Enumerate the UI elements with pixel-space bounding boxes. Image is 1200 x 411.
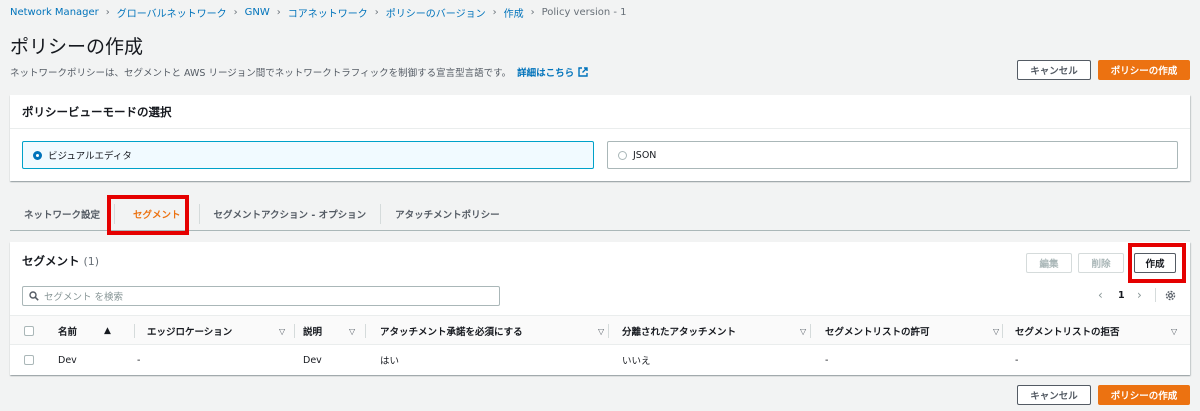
breadcrumb-gnw[interactable]: GNW	[245, 7, 270, 18]
column-isolated-attachments[interactable]: 分離されたアタッチメント ▽	[622, 316, 812, 346]
sort-ascending-icon: ▲	[104, 326, 111, 336]
create-policy-button-top[interactable]: ポリシーの作成	[1098, 60, 1190, 80]
chevron-right-icon[interactable]: ›	[1137, 288, 1142, 302]
segments-table-header: 名前 ▲ エッジロケーション ▽ 説明 ▽ アタッチメント承諾を必須にする ▽ …	[10, 315, 1190, 345]
sort-descending-icon: ▽	[349, 326, 356, 336]
column-allow-list[interactable]: セグメントリストの許可 ▽	[825, 316, 1005, 346]
column-description[interactable]: 説明 ▽	[303, 316, 363, 346]
cell-edge-locations: -	[137, 354, 141, 366]
chevron-left-icon[interactable]: ‹	[1098, 288, 1103, 302]
segments-heading: セグメント	[22, 254, 80, 268]
segments-count: (1)	[83, 255, 100, 268]
chevron-right-icon: ›	[530, 7, 535, 18]
radio-icon	[618, 150, 627, 160]
sort-descending-icon: ▽	[800, 326, 807, 336]
column-divider	[134, 324, 135, 338]
row-checkbox[interactable]	[24, 355, 34, 365]
page-description-text: ネットワークポリシーは、セグメントと AWS リージョン間でネットワークトラフィ…	[10, 68, 512, 79]
tab-network-settings[interactable]: ネットワーク設定	[10, 203, 116, 224]
cell-require-acceptance: はい	[380, 356, 400, 367]
column-deny-list-label: セグメントリストの拒否	[1015, 327, 1120, 338]
column-isolated-attachments-label: 分離されたアタッチメント	[622, 327, 737, 338]
column-edge-locations-label: エッジロケーション	[147, 327, 233, 338]
radio-visual-editor-label: ビジュアルエディタ	[48, 151, 132, 162]
view-mode-panel: ポリシービューモードの選択 ビジュアルエディタ JSON	[10, 95, 1190, 181]
segments-header: セグメント (1)	[22, 253, 99, 269]
sort-descending-icon: ▽	[993, 326, 1000, 336]
radio-json[interactable]: JSON	[607, 141, 1178, 169]
chevron-right-icon: ›	[374, 7, 379, 18]
delete-button[interactable]: 削除	[1078, 253, 1124, 273]
cancel-button-top[interactable]: キャンセル	[1017, 60, 1091, 80]
page-number[interactable]: 1	[1118, 290, 1125, 301]
page-description: ネットワークポリシーは、セグメントと AWS リージョン間でネットワークトラフィ…	[10, 65, 588, 79]
segment-search-placeholder: セグメント を検索	[44, 292, 124, 303]
page-title: ポリシーの作成	[10, 36, 144, 58]
cell-allow-list: -	[825, 354, 829, 366]
external-link-icon	[578, 67, 588, 77]
column-allow-list-label: セグメントリストの許可	[825, 327, 930, 338]
chevron-right-icon: ›	[276, 7, 281, 18]
breadcrumb: Network Manager › グローバルネットワーク › GNW › コア…	[10, 5, 627, 20]
radio-visual-editor[interactable]: ビジュアルエディタ	[22, 141, 594, 169]
create-button-highlight	[1128, 243, 1186, 283]
cell-isolated-attachments: いいえ	[622, 356, 651, 367]
pagination-divider	[1155, 288, 1156, 302]
column-divider	[294, 324, 295, 338]
chevron-right-icon: ›	[105, 7, 110, 18]
tab-segments-highlight	[107, 195, 189, 235]
radio-icon	[33, 150, 42, 160]
column-deny-list[interactable]: セグメントリストの拒否 ▽	[1015, 316, 1190, 346]
tab-segment-actions[interactable]: セグメントアクション - オプション	[198, 203, 382, 224]
breadcrumb-policy-versions[interactable]: ポリシーのバージョン	[386, 5, 486, 20]
column-name-label: 名前	[58, 327, 78, 338]
sort-descending-icon: ▽	[1171, 326, 1178, 336]
details-link[interactable]: 詳細はこちら	[517, 65, 588, 79]
gear-icon[interactable]	[1165, 290, 1176, 301]
select-all-checkbox[interactable]	[24, 326, 34, 336]
sort-descending-icon: ▽	[598, 326, 605, 336]
column-divider	[1002, 324, 1003, 338]
column-require-acceptance[interactable]: アタッチメント承諾を必須にする ▽	[380, 316, 610, 346]
breadcrumb-create[interactable]: 作成	[504, 5, 524, 20]
column-edge-locations[interactable]: エッジロケーション ▽	[147, 316, 297, 346]
view-mode-heading: ポリシービューモードの選択	[22, 104, 172, 119]
column-divider	[608, 324, 609, 338]
table-row[interactable]: Dev - Dev はい いいえ - -	[10, 346, 1190, 374]
sort-descending-icon: ▽	[279, 326, 286, 336]
details-link-label: 詳細はこちら	[517, 68, 575, 79]
cell-description: Dev	[303, 354, 322, 366]
create-policy-button-bottom[interactable]: ポリシーの作成	[1098, 385, 1190, 405]
breadcrumb-core-network[interactable]: コアネットワーク	[288, 5, 368, 20]
column-divider	[810, 324, 811, 338]
chevron-right-icon: ›	[492, 7, 497, 18]
cancel-button-bottom[interactable]: キャンセル	[1017, 385, 1091, 405]
column-require-acceptance-label: アタッチメント承諾を必須にする	[380, 327, 523, 338]
segment-search-input[interactable]: セグメント を検索	[22, 286, 500, 306]
cell-name: Dev	[58, 354, 77, 366]
cell-deny-list: -	[1015, 354, 1019, 366]
breadcrumb-current: Policy version - 1	[541, 7, 627, 18]
search-icon	[29, 291, 39, 301]
edit-button[interactable]: 編集	[1026, 253, 1072, 273]
breadcrumb-global-networks[interactable]: グローバルネットワーク	[117, 5, 227, 20]
column-description-label: 説明	[303, 327, 323, 338]
view-mode-header: ポリシービューモードの選択	[10, 95, 1190, 129]
column-divider	[365, 324, 366, 338]
column-name[interactable]: 名前 ▲	[58, 316, 128, 346]
tab-attachment-policies[interactable]: アタッチメントポリシー	[381, 204, 514, 224]
radio-json-label: JSON	[633, 149, 657, 161]
chevron-right-icon: ›	[233, 7, 238, 18]
breadcrumb-network-manager[interactable]: Network Manager	[10, 7, 99, 18]
